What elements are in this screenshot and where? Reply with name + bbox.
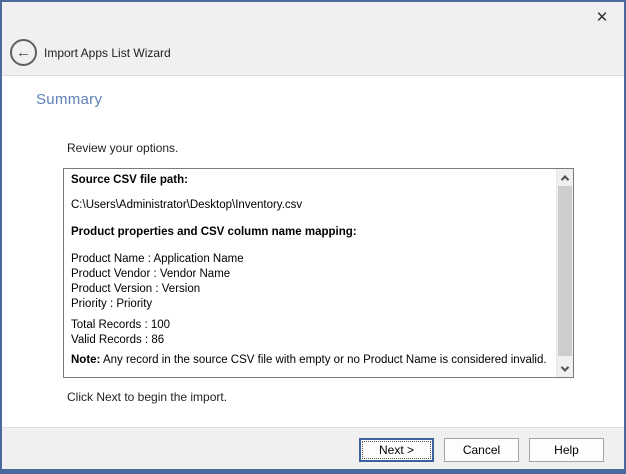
- note-line: Note: Any record in the source CSV file …: [71, 353, 554, 368]
- close-icon[interactable]: ✕: [591, 7, 613, 29]
- wizard-window: ✕ ← Import Apps List Wizard Summary Revi…: [0, 0, 626, 474]
- chevron-down-icon: [561, 363, 569, 371]
- click-next-instruction: Click Next to begin the import.: [67, 390, 227, 404]
- page-title: Summary: [36, 91, 102, 108]
- summary-text: Source CSV file path: C:\Users\Administr…: [64, 169, 556, 377]
- cancel-button[interactable]: Cancel: [444, 438, 519, 462]
- mapping-line: Priority : Priority: [71, 297, 554, 312]
- scroll-down-button[interactable]: [557, 360, 573, 377]
- mapping-line: Product Name : Application Name: [71, 252, 554, 267]
- note-text: Any record in the source CSV file with e…: [100, 354, 546, 366]
- vertical-scrollbar[interactable]: [556, 169, 573, 377]
- mapping-line: Product Vendor : Vendor Name: [71, 267, 554, 282]
- help-button[interactable]: Help: [529, 438, 604, 462]
- source-path-value: C:\Users\Administrator\Desktop\Inventory…: [71, 198, 554, 213]
- instruction-text: Review your options.: [67, 141, 178, 155]
- valid-records: Valid Records : 86: [71, 333, 554, 348]
- wizard-header: ✕ ← Import Apps List Wizard: [2, 2, 624, 76]
- source-path-heading: Source CSV file path:: [71, 173, 554, 188]
- footer-bar: Next > Cancel Help: [2, 427, 624, 469]
- scroll-up-button[interactable]: [557, 169, 573, 186]
- wizard-title: Import Apps List Wizard: [44, 46, 171, 60]
- mapping-heading: Product properties and CSV column name m…: [71, 225, 554, 240]
- scrollbar-thumb[interactable]: [558, 186, 572, 356]
- back-button[interactable]: ←: [10, 39, 37, 66]
- next-button[interactable]: Next >: [359, 438, 434, 462]
- note-label: Note:: [71, 354, 100, 366]
- mapping-line: Product Version : Version: [71, 282, 554, 297]
- back-arrow-icon: ←: [16, 44, 31, 61]
- chevron-up-icon: [561, 175, 569, 183]
- total-records: Total Records : 100: [71, 318, 554, 333]
- summary-box: Source CSV file path: C:\Users\Administr…: [63, 168, 574, 378]
